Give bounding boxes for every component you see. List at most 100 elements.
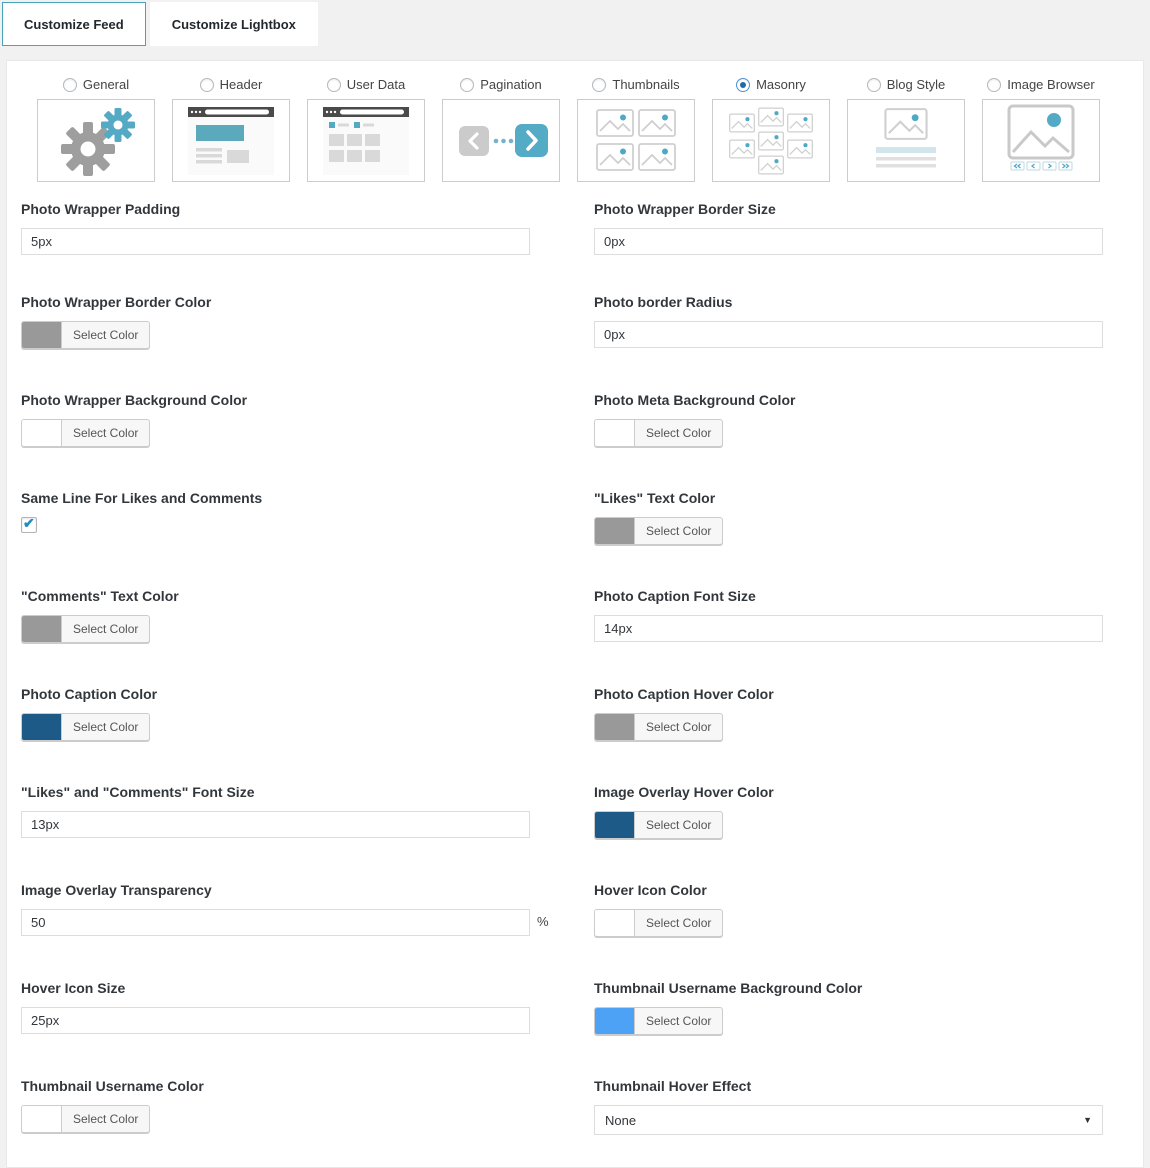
field-hover-icon-color: Hover Icon Color Select Color <box>594 882 1103 941</box>
radio-image-browser[interactable] <box>987 78 1001 92</box>
field-label: Image Overlay Hover Color <box>594 784 1103 800</box>
photo-border-radius-input[interactable] <box>594 321 1103 348</box>
hover-icon-size-input[interactable] <box>21 1007 530 1034</box>
header-layout-icon <box>181 104 281 178</box>
field-label: Thumbnail Username Background Color <box>594 980 1103 996</box>
photo-caption-hover-color-button[interactable]: Select Color <box>594 713 723 741</box>
layout-option-label: Image Browser <box>1007 77 1094 92</box>
layout-option-masonry[interactable]: Masonry <box>712 77 830 182</box>
hover-icon-color-button[interactable]: Select Color <box>594 909 723 937</box>
field-label: "Likes" and "Comments" Font Size <box>21 784 530 800</box>
percent-suffix: % <box>537 914 549 929</box>
photo-wrapper-border-color-button[interactable]: Select Color <box>21 321 150 349</box>
color-swatch <box>22 616 62 642</box>
layout-option-blog-style[interactable]: Blog Style <box>847 77 965 182</box>
layout-option-pagination[interactable]: Pagination <box>442 77 560 182</box>
radio-thumbnails[interactable] <box>592 78 606 92</box>
layout-option-label: User Data <box>347 77 406 92</box>
layout-box-header[interactable] <box>172 99 290 182</box>
field-same-line-likes-comments: Same Line For Likes and Comments <box>21 490 530 549</box>
layout-box-pagination[interactable] <box>442 99 560 182</box>
field-label: Photo Wrapper Background Color <box>21 392 530 408</box>
radio-user-data[interactable] <box>327 78 341 92</box>
thumbnail-username-background-color-button[interactable]: Select Color <box>594 1007 723 1035</box>
color-swatch <box>595 812 635 838</box>
photo-caption-font-size-input[interactable] <box>594 615 1103 642</box>
likes-text-color-button[interactable]: Select Color <box>594 517 723 545</box>
layout-option-image-browser[interactable]: Image Browser <box>982 77 1100 182</box>
color-swatch <box>595 420 635 446</box>
layout-option-user-data[interactable]: User Data <box>307 77 425 182</box>
layout-option-label: General <box>83 77 129 92</box>
radio-pagination[interactable] <box>460 78 474 92</box>
image-overlay-hover-color-button[interactable]: Select Color <box>594 811 723 839</box>
gears-icon <box>46 104 146 178</box>
field-label: Photo Meta Background Color <box>594 392 1103 408</box>
layout-box-blog-style[interactable] <box>847 99 965 182</box>
field-label: Thumbnail Hover Effect <box>594 1078 1103 1094</box>
field-label: Hover Icon Color <box>594 882 1103 898</box>
field-label: "Comments" Text Color <box>21 588 530 604</box>
field-label: "Likes" Text Color <box>594 490 1103 506</box>
field-label: Same Line For Likes and Comments <box>21 490 530 506</box>
field-photo-wrapper-border-color: Photo Wrapper Border Color Select Color <box>21 294 530 353</box>
pagination-layout-icon <box>451 104 551 178</box>
field-photo-border-radius: Photo border Radius <box>594 294 1103 353</box>
layout-option-header[interactable]: Header <box>172 77 290 182</box>
layout-option-label: Blog Style <box>887 77 946 92</box>
photo-wrapper-background-color-button[interactable]: Select Color <box>21 419 150 447</box>
settings-panel: General <box>6 60 1144 1168</box>
likes-comments-font-size-input[interactable] <box>21 811 530 838</box>
field-label: Photo Caption Color <box>21 686 530 702</box>
radio-general[interactable] <box>63 78 77 92</box>
layout-box-general[interactable] <box>37 99 155 182</box>
photo-wrapper-padding-input[interactable] <box>21 228 530 255</box>
thumbnail-username-color-button[interactable]: Select Color <box>21 1105 150 1133</box>
layout-box-image-browser[interactable] <box>982 99 1100 182</box>
color-swatch <box>22 322 62 348</box>
photo-meta-background-color-button[interactable]: Select Color <box>594 419 723 447</box>
field-photo-wrapper-background-color: Photo Wrapper Background Color Select Co… <box>21 392 530 451</box>
layout-box-thumbnails[interactable] <box>577 99 695 182</box>
field-likes-text-color: "Likes" Text Color Select Color <box>594 490 1103 549</box>
tab-customize-lightbox[interactable]: Customize Lightbox <box>150 2 318 46</box>
layout-option-general[interactable]: General <box>37 77 155 182</box>
thumbnail-hover-effect-select[interactable]: None ▼ <box>594 1105 1103 1135</box>
comments-text-color-button[interactable]: Select Color <box>21 615 150 643</box>
field-label: Photo Wrapper Border Color <box>21 294 530 310</box>
color-swatch <box>22 1106 62 1132</box>
field-label: Thumbnail Username Color <box>21 1078 530 1094</box>
field-photo-meta-background-color: Photo Meta Background Color Select Color <box>594 392 1103 451</box>
field-image-overlay-hover-color: Image Overlay Hover Color Select Color <box>594 784 1103 843</box>
radio-blog-style[interactable] <box>867 78 881 92</box>
layout-box-masonry[interactable] <box>712 99 830 182</box>
masonry-layout-icon <box>721 104 821 178</box>
settings-form: Photo Wrapper Padding Photo Wrapper Bord… <box>21 201 1143 1137</box>
radio-masonry[interactable] <box>736 78 750 92</box>
same-line-checkbox[interactable] <box>21 517 37 533</box>
color-swatch <box>595 1008 635 1034</box>
image-overlay-transparency-input[interactable] <box>21 909 530 936</box>
color-swatch <box>595 518 635 544</box>
layout-option-label: Header <box>220 77 263 92</box>
layout-box-user-data[interactable] <box>307 99 425 182</box>
layout-option-label: Masonry <box>756 77 806 92</box>
thumbnails-layout-icon <box>586 104 686 178</box>
layout-selector: General <box>37 77 1143 182</box>
field-image-overlay-transparency: Image Overlay Transparency % <box>21 882 530 941</box>
field-label: Hover Icon Size <box>21 980 530 996</box>
field-label: Photo Wrapper Padding <box>21 201 530 217</box>
layout-option-thumbnails[interactable]: Thumbnails <box>577 77 695 182</box>
field-photo-wrapper-border-size: Photo Wrapper Border Size <box>594 201 1103 255</box>
tab-customize-feed[interactable]: Customize Feed <box>2 2 146 46</box>
field-photo-caption-hover-color: Photo Caption Hover Color Select Color <box>594 686 1103 745</box>
field-label: Image Overlay Transparency <box>21 882 530 898</box>
user-data-layout-icon <box>316 104 416 178</box>
layout-option-label: Thumbnails <box>612 77 679 92</box>
field-thumbnail-username-color: Thumbnail Username Color Select Color <box>21 1078 530 1137</box>
photo-wrapper-border-size-input[interactable] <box>594 228 1103 255</box>
radio-header[interactable] <box>200 78 214 92</box>
photo-caption-color-button[interactable]: Select Color <box>21 713 150 741</box>
select-value: None <box>605 1113 636 1128</box>
field-comments-text-color: "Comments" Text Color Select Color <box>21 588 530 647</box>
